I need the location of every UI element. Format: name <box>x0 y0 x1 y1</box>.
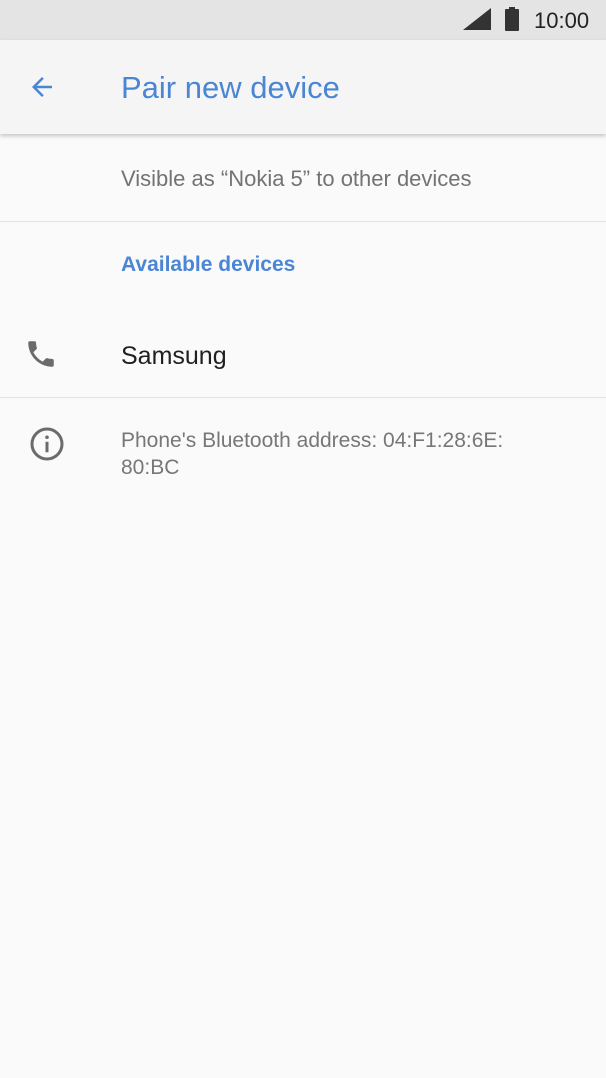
visibility-text: Visible as “Nokia 5” to other devices <box>121 166 472 191</box>
status-clock: 10:00 <box>534 8 590 33</box>
device-row-samsung[interactable]: Samsung <box>0 309 606 398</box>
back-button[interactable] <box>20 65 64 109</box>
info-icon <box>30 427 64 461</box>
device-name: Samsung <box>121 342 227 370</box>
bluetooth-address-text: Phone's Bluetooth address: 04:F1:28:6E: … <box>121 429 504 479</box>
page-title: Pair new device <box>121 70 340 105</box>
available-devices-header: Available devices <box>121 253 296 276</box>
phone-icon <box>28 341 54 367</box>
cell-signal-icon <box>463 8 491 30</box>
main-content: Visible as “Nokia 5” to other devices <box>0 134 606 222</box>
arrow-back-icon <box>32 77 52 97</box>
bluetooth-address-row: Phone's Bluetooth address: 04:F1:28:6E: … <box>0 398 606 498</box>
status-bar: 10:00 <box>0 0 606 40</box>
app-bar: Pair new device <box>0 40 606 134</box>
battery-icon <box>505 7 519 31</box>
visibility-row: Visible as “Nokia 5” to other devices <box>0 134 606 222</box>
